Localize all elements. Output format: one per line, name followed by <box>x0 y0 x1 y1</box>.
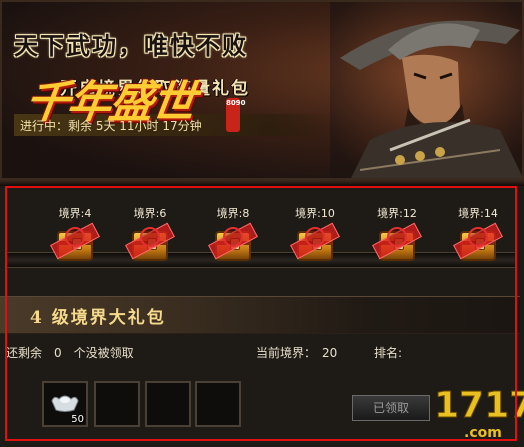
treasure-chest-icon[interactable] <box>125 221 175 267</box>
rank-label: 排名: <box>374 346 403 360</box>
tier-item-12[interactable]: 境界:12 <box>367 205 427 261</box>
tier-item-14[interactable]: 境界:14 <box>448 205 508 261</box>
treasure-chest-icon[interactable] <box>50 221 100 267</box>
tier-label: 境界:14 <box>458 207 498 220</box>
tier-label: 境界:12 <box>377 207 417 220</box>
tier-item-8[interactable]: 境界:8 <box>203 205 263 261</box>
tier-label: 境界:4 <box>58 207 92 220</box>
reward-count: 50 <box>71 414 84 425</box>
claimed-button[interactable]: 已领取 <box>352 395 430 421</box>
gift-title: 4 级境界大礼包 <box>30 308 166 328</box>
logo-badge: 8090 <box>226 98 245 132</box>
event-slogan: 天下武功，唯快不败 <box>14 31 248 60</box>
site-watermark-logo: 1717 .com <box>434 385 524 442</box>
reward-slot[interactable]: 50 <box>42 381 88 427</box>
silver-ingot-icon <box>51 395 79 412</box>
tier-item-6[interactable]: 境界:6 <box>120 205 180 261</box>
treasure-chest-icon[interactable] <box>208 221 258 267</box>
game-window: 天下武功，唯快不败 开启境界领取海量礼包 千年盛世 8090 进行中：剩余 5天… <box>0 0 524 447</box>
current-level: 当前境界： 20 <box>256 346 338 360</box>
reward-slot[interactable] <box>145 381 191 427</box>
reward-slot[interactable] <box>195 381 241 427</box>
tier-item-4[interactable]: 境界:4 <box>45 205 105 261</box>
svg-text:.com: .com <box>464 425 502 441</box>
remaining-count: 还剩余 0 个没被领取 <box>6 346 134 360</box>
reward-slot[interactable] <box>94 381 140 427</box>
tier-item-10[interactable]: 境界:10 <box>285 205 345 261</box>
svg-text:1717: 1717 <box>434 385 524 426</box>
countdown-text: 进行中：剩余 5天 11小时 17分钟 <box>20 119 202 133</box>
treasure-chest-icon[interactable] <box>290 221 340 267</box>
treasure-chest-icon[interactable] <box>453 221 503 267</box>
treasure-chest-icon[interactable] <box>372 221 422 267</box>
tier-label: 境界:6 <box>133 207 167 220</box>
tier-label: 境界:10 <box>295 207 335 220</box>
tier-label: 境界:8 <box>216 207 250 220</box>
